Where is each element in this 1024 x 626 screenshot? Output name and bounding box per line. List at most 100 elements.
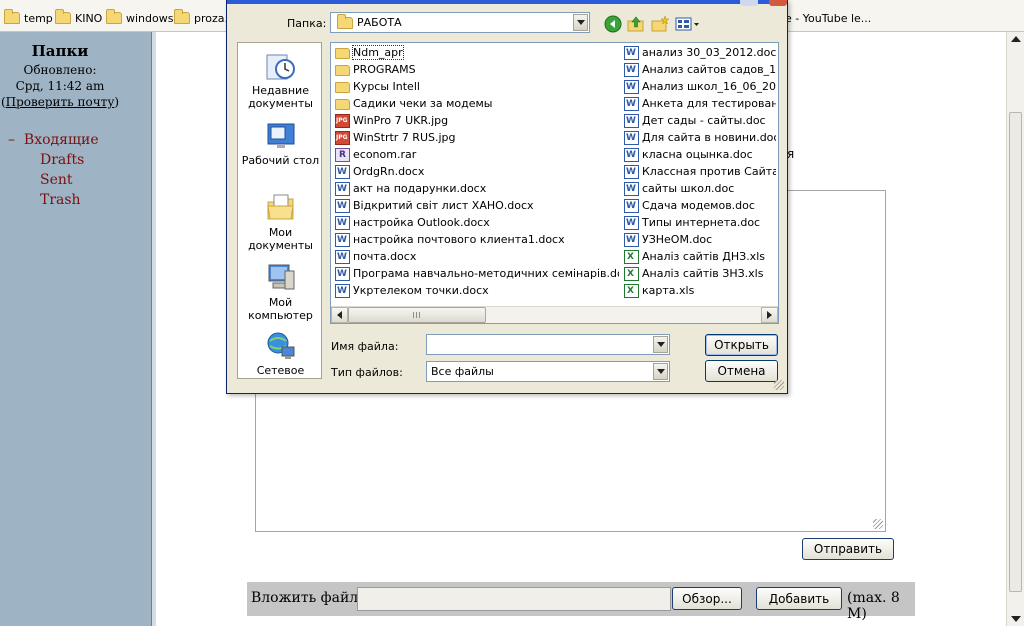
current-folder: РАБОТА — [357, 16, 402, 29]
file-row[interactable]: почта.docx — [335, 248, 619, 265]
folder-inbox-label[interactable]: Входящие — [24, 132, 99, 148]
folder-sent[interactable]: Sent — [8, 172, 99, 192]
file-row[interactable]: сайты школ.doc — [624, 180, 776, 197]
add-button[interactable]: Добавить — [756, 587, 842, 610]
page-scrollbar[interactable] — [1006, 32, 1024, 626]
desktop-icon — [265, 121, 297, 151]
send-button[interactable]: Отправить — [802, 538, 894, 560]
place-network[interactable]: Сетевое — [238, 331, 323, 377]
place-my-documents[interactable]: Мои документы — [238, 193, 323, 252]
file-row[interactable]: Анализ школ_16_06_2011.do — [624, 78, 776, 95]
file-row[interactable]: OrdgRn.docx — [335, 163, 619, 180]
file-row[interactable]: PROGRAMS — [335, 61, 619, 78]
file-name: сайты школ.doc — [642, 182, 735, 195]
file-row[interactable]: Програма навчально-методичних семінарів.… — [335, 265, 619, 282]
file-row[interactable]: УЗНеОМ.doc — [624, 231, 776, 248]
bookmark-temp[interactable]: temp — [4, 9, 53, 27]
word-doc-icon — [624, 164, 639, 179]
word-doc-icon — [624, 232, 639, 247]
file-open-dialog: Папка: РАБОТА Недавние документы Рабочий… — [226, 0, 788, 394]
up-folder-icon[interactable] — [627, 15, 645, 33]
file-name: Для сайта в новини.doc — [642, 131, 776, 144]
file-row[interactable]: Анкета для тестирования.do — [624, 95, 776, 112]
bookmark-label: temp — [24, 11, 53, 25]
file-row[interactable]: Аналіз сайтів ДНЗ.xls — [624, 248, 776, 265]
file-row[interactable]: настройка почтового клиента1.docx — [335, 231, 619, 248]
file-row[interactable]: Укртелеком точки.docx — [335, 282, 619, 299]
view-menu-icon[interactable] — [675, 15, 701, 33]
file-row[interactable]: Классная против Сайта Рай — [624, 163, 776, 180]
file-name: класна оцынка.doc — [642, 148, 753, 161]
dialog-resize-grip[interactable] — [774, 380, 784, 390]
chevron-down-icon[interactable] — [573, 14, 588, 31]
file-row[interactable]: WinStrtr 7 RUS.jpg — [335, 129, 619, 146]
place-desktop[interactable]: Рабочий стол — [238, 121, 323, 167]
file-name: Садики чеки за модемы — [353, 97, 493, 110]
browse-button[interactable]: Обзор... — [672, 587, 742, 610]
file-row[interactable]: Дет сады - сайты.doc — [624, 112, 776, 129]
file-row[interactable]: WinPro 7 UKR.jpg — [335, 112, 619, 129]
filename-field[interactable] — [426, 334, 670, 355]
file-row[interactable]: Типы интернета.doc — [624, 214, 776, 231]
folder-select[interactable]: РАБОТА — [330, 12, 590, 33]
bookmark-windows[interactable]: windows — [106, 9, 173, 27]
help-icon[interactable] — [740, 0, 758, 6]
word-doc-icon — [335, 164, 350, 179]
folder-icon — [335, 48, 350, 59]
back-icon[interactable] — [604, 15, 622, 33]
scroll-up-icon[interactable] — [1011, 36, 1021, 42]
attach-file-input[interactable] — [357, 587, 671, 611]
filetype-value: Все файлы — [431, 365, 494, 378]
place-desktop-label: Рабочий стол — [241, 154, 320, 167]
file-name: Курсы Intell — [353, 80, 420, 93]
resize-grip[interactable] — [873, 519, 883, 529]
file-row[interactable]: настройка Outlook.docx — [335, 214, 619, 231]
word-doc-icon — [335, 232, 350, 247]
new-folder-icon[interactable] — [651, 15, 669, 33]
place-my-computer-label: Мой компьютер — [248, 296, 313, 322]
scroll-down-icon[interactable] — [1011, 616, 1021, 622]
place-recent[interactable]: Недавние документы — [238, 51, 323, 110]
file-row[interactable]: Анализ сайтов садов_15_06 — [624, 61, 776, 78]
file-name: Классная против Сайта Рай — [642, 165, 776, 178]
check-mail-link[interactable]: (Проверить почту) — [0, 95, 120, 109]
file-row[interactable]: Сдача модемов.doc — [624, 197, 776, 214]
scroll-left-icon[interactable] — [331, 307, 348, 323]
file-row[interactable]: Відкритий світ лист ХАНО.docx — [335, 197, 619, 214]
folder-inbox[interactable]: – Входящие — [8, 132, 99, 152]
file-row[interactable]: Ndm_apr — [335, 44, 619, 61]
close-icon[interactable] — [769, 0, 787, 6]
chevron-down-icon[interactable] — [653, 336, 668, 353]
file-name: econom.rar — [353, 148, 417, 161]
jpg-image-icon — [335, 130, 350, 145]
filetype-select[interactable]: Все файлы — [426, 361, 670, 382]
file-row[interactable]: Аналіз сайтів ЗНЗ.xls — [624, 265, 776, 282]
file-row[interactable]: акт на подарунки.docx — [335, 180, 619, 197]
dialog-titlebar[interactable] — [227, 0, 787, 4]
cancel-button[interactable]: Отмена — [705, 360, 778, 382]
open-button[interactable]: Открыть — [705, 334, 778, 356]
attach-label: Вложить файл: — [251, 590, 363, 606]
scroll-thumb[interactable] — [1009, 112, 1022, 592]
folder-drafts[interactable]: Drafts — [8, 152, 99, 172]
file-name: WinPro 7 UKR.jpg — [353, 114, 449, 127]
file-list[interactable]: Ndm_apr PROGRAMS Курсы Intell Садики чеки з… — [330, 42, 779, 324]
folder-icon — [55, 9, 71, 24]
file-row[interactable]: анализ 30_03_2012.doc — [624, 44, 776, 61]
file-list-hscrollbar[interactable] — [331, 306, 778, 323]
file-row[interactable]: econom.rar — [335, 146, 619, 163]
place-my-computer[interactable]: Мой компьютер — [238, 263, 323, 322]
file-row[interactable]: карта.xls — [624, 282, 776, 299]
file-row[interactable]: Садики чеки за модемы — [335, 95, 619, 112]
hscroll-thumb[interactable] — [348, 307, 486, 323]
file-row[interactable]: Курсы Intell — [335, 78, 619, 95]
scroll-right-icon[interactable] — [761, 307, 778, 323]
file-row[interactable]: Для сайта в новини.doc — [624, 129, 776, 146]
chevron-down-icon[interactable] — [653, 363, 668, 380]
bookmark-kino[interactable]: KINO — [55, 9, 102, 27]
folder-trash[interactable]: Trash — [8, 192, 99, 212]
file-row[interactable]: класна оцынка.doc — [624, 146, 776, 163]
bookmark-youtube[interactable]: e - YouTube le... — [785, 12, 871, 25]
collapse-marker[interactable]: – — [8, 132, 15, 148]
file-name: настройка Outlook.docx — [353, 216, 490, 229]
